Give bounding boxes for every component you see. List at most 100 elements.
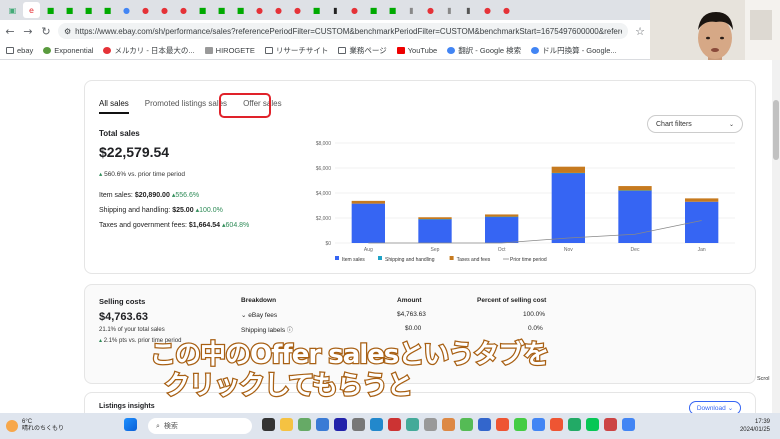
tab-favicon-icon[interactable]: ● [118,2,135,18]
bookmark-usd-jpy[interactable]: ドル円換算 - Google... [531,45,617,56]
chart-filters-dropdown[interactable]: Chart filters ⌄ [647,115,743,133]
bar-shipping [618,190,652,191]
app-icon[interactable] [406,418,419,431]
app-icon[interactable] [478,418,491,431]
tab-all-sales[interactable]: All sales [99,99,129,114]
bookmark-business[interactable]: 業務ページ [338,45,387,56]
subtitle-line-2: クリックしてもらうと [163,370,414,403]
tab-promoted-listings-sales[interactable]: Promoted listings sales [145,99,227,114]
row-ebay-fees[interactable]: ⌄ eBay fees [241,311,277,319]
metric-shipping: Shipping and handling: $25.00 ▴100.0% [99,207,223,214]
tab-favicon-icon[interactable]: ● [479,2,496,18]
app-icon[interactable] [568,418,581,431]
app-icon[interactable] [316,418,329,431]
bookmark-youtube[interactable]: YouTube [396,46,437,55]
bar-item-sales [418,219,452,243]
taskbar-clock[interactable]: 17:39 2024/01/25 [740,418,770,434]
bar-shipping [551,172,585,174]
site-info-icon[interactable]: ⚙ [64,27,71,36]
x-tick-label: Nov [564,247,573,253]
tab-favicon-icon[interactable]: ▮ [460,2,477,18]
app-icon[interactable] [334,418,347,431]
forward-arrow-icon[interactable]: → [22,25,34,38]
tab-favicon-icon[interactable]: ● [289,2,306,18]
tab-favicon-icon[interactable]: ▮ [327,2,344,18]
page-scrollbar[interactable] [772,60,780,413]
app-icon[interactable] [496,418,509,431]
task-view-icon[interactable] [262,418,275,431]
tab-favicon-icon[interactable]: ● [137,2,154,18]
bookmark-translate[interactable]: 翻訳 - Google 検索 [447,45,521,56]
tab-favicon-icon[interactable]: ▣ [4,2,21,18]
tab-favicon-icon[interactable]: ■ [308,2,325,18]
tab-favicon-icon[interactable]: ● [251,2,268,18]
bookmark-star-icon[interactable]: ☆ [634,25,646,38]
tab-favicon-icon[interactable]: ■ [80,2,97,18]
app-icon[interactable] [370,418,383,431]
tab-favicon-icon[interactable]: ■ [42,2,59,18]
mercari-icon [103,47,112,54]
bar-shipping [418,219,452,220]
windows-start-icon[interactable] [124,418,137,431]
tab-favicon-icon[interactable]: ■ [365,2,382,18]
sales-card: All sales Promoted listings sales Offer … [84,80,756,274]
tab-ebay-active-icon[interactable]: e [23,2,40,18]
app-icon[interactable] [604,418,617,431]
bookmark-mercari[interactable]: メルカリ - 日本最大の... [103,45,195,56]
tab-favicon-icon[interactable]: ● [498,2,515,18]
chevron-down-icon: ⌄ [241,311,247,319]
app-icon[interactable] [550,418,563,431]
tab-favicon-icon[interactable]: ■ [194,2,211,18]
chart-filters-label: Chart filters [656,120,692,128]
bookmark-hirogete[interactable]: HIROGETE [204,46,255,55]
app-icon[interactable] [532,418,545,431]
x-tick-label: Oct [498,247,506,253]
tab-favicon-icon[interactable]: ● [422,2,439,18]
taskbar-search[interactable]: ⌕ 検索 [148,418,252,434]
metric-taxes: Taxes and government fees: $1,664.54 ▴60… [99,222,250,229]
bar-item-sales [551,173,585,243]
weather-widget[interactable]: 6°C 晴れのちくもり [6,419,64,433]
tab-favicon-icon[interactable]: ■ [61,2,78,18]
app-icon[interactable] [514,418,527,431]
tab-favicon-icon[interactable]: ■ [232,2,249,18]
row-shipping-labels: Shipping labels ⓘ [241,327,293,334]
subtitle-line-1: この中のOffer salesというタブを [149,339,551,372]
bookmark-ebay[interactable]: ebay [6,46,33,55]
tab-favicon-icon[interactable]: ■ [213,2,230,18]
chevron-down-icon: ⌄ [728,120,734,128]
bookmark-exponential[interactable]: Exponential [43,46,93,55]
bar-item-sales [485,216,519,243]
app-icon[interactable] [460,418,473,431]
line-icon[interactable] [586,418,599,431]
scrollbar-thumb[interactable] [773,100,779,160]
tab-favicon-icon[interactable]: ● [175,2,192,18]
address-bar[interactable]: ⚙ https://www.ebay.com/sh/performance/sa… [58,23,628,39]
app-icon[interactable] [298,418,311,431]
legend-label: Taxes and fees [457,257,491,263]
app-icon[interactable] [424,418,437,431]
amount-header: Amount [397,297,422,304]
tab-favicon-icon[interactable]: ● [270,2,287,18]
tab-favicon-icon[interactable]: ● [346,2,363,18]
back-arrow-icon[interactable]: ← [4,25,16,38]
info-icon[interactable]: ⓘ [287,327,293,334]
reload-icon[interactable]: ↻ [40,25,52,38]
tab-favicon-icon[interactable]: ● [156,2,173,18]
breakdown-header: Breakdown [241,297,277,304]
tab-favicon-icon[interactable]: ▮ [403,2,420,18]
app-icon[interactable] [442,418,455,431]
file-explorer-icon[interactable] [280,418,293,431]
tab-favicon-icon[interactable]: ■ [99,2,116,18]
x-tick-label: Dec [631,247,640,253]
tab-favicon-icon[interactable]: ▮ [441,2,458,18]
bar-item-sales [351,203,385,243]
bookmark-research[interactable]: リサーチサイト [264,45,328,56]
tab-favicon-icon[interactable]: ■ [384,2,401,18]
total-sales-label: Total sales [99,129,140,138]
bar-taxes [485,214,519,217]
bar-taxes [418,217,452,220]
app-icon[interactable] [352,418,365,431]
app-icon[interactable] [622,418,635,431]
app-icon[interactable] [388,418,401,431]
